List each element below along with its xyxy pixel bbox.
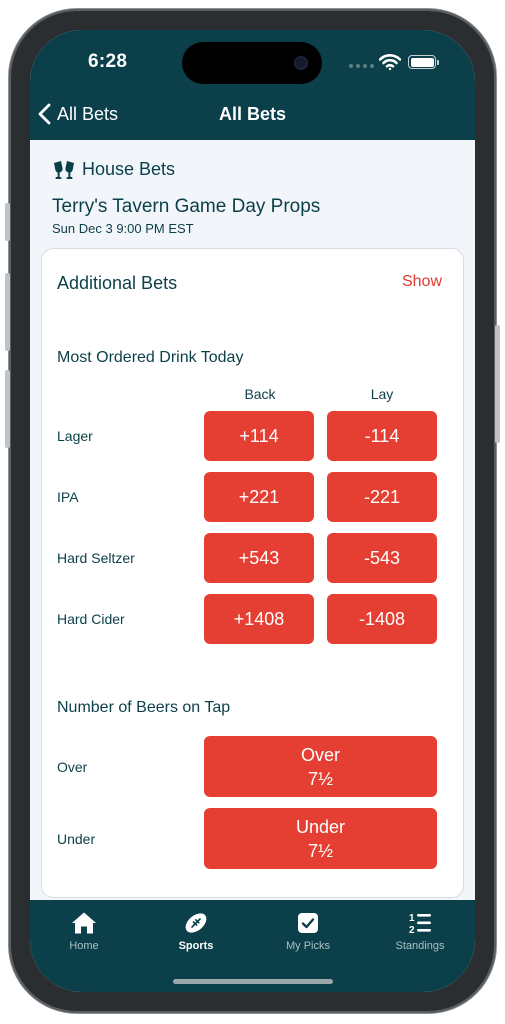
camera-icon [294,56,308,70]
top-bar: 6:28 All Bets All Bets [30,30,475,140]
cellular-signal-icon [349,64,374,68]
over-button[interactable]: Over 7½ [204,736,437,797]
back-odds-button[interactable]: +221 [204,472,314,522]
power-button [495,325,500,443]
status-time: 6:28 [88,51,128,72]
house-bets-category: House Bets [52,159,175,180]
tab-home[interactable]: Home [34,910,134,952]
category-label: House Bets [82,159,176,179]
event-title: Terry's Tavern Game Day Props [52,196,321,217]
under-button-label: Under [295,816,346,837]
option-label: IPA [57,489,79,505]
tab-bar: Home Sports My Picks 1 2 Standings [30,900,475,992]
home-icon [72,912,96,934]
back-odds-button[interactable]: +1408 [204,594,314,644]
event-date: Sun Dec 3 9:00 PM EST [52,221,194,236]
cheers-glasses-icon [54,160,74,179]
volume-up-button [5,273,10,351]
tab-my-picks[interactable]: My Picks [258,910,358,952]
football-icon [185,913,207,933]
drink-section-title: Most Ordered Drink Today [57,349,244,366]
wifi-icon [379,54,401,70]
phone-screen: 6:28 All Bets All Bets House Bets Terry'… [30,30,475,992]
beers-section-title: Number of Beers on Tap [57,699,231,716]
under-button[interactable]: Under 7½ [204,808,437,869]
dynamic-island [182,42,322,84]
tab-label: My Picks [286,940,330,952]
battery-icon [408,55,439,69]
tab-label: Standings [395,940,445,952]
additional-bets-card: Additional Bets Show Most Ordered Drink … [41,248,464,898]
back-odds-button[interactable]: +543 [204,533,314,583]
option-label: Under [57,831,96,847]
back-column-header: Back [244,386,276,402]
checkbox-icon [298,913,318,933]
lay-odds-button[interactable]: -114 [327,411,437,461]
option-label: Lager [57,428,93,444]
over-button-label: Over [300,744,340,765]
option-label: Over [57,759,88,775]
home-indicator[interactable] [173,979,333,984]
over-button-line: 7½ [307,768,334,789]
card-title: Additional Bets [57,273,178,293]
tab-label: Sports [178,940,214,952]
tab-sports[interactable]: Sports [146,910,246,952]
tab-standings[interactable]: 1 2 Standings [370,910,470,952]
under-button-line: 7½ [307,840,334,861]
ranked-list-icon: 1 2 [409,913,431,935]
svg-text:2: 2 [409,925,415,935]
option-label: Hard Seltzer [57,550,135,566]
lay-column-header: Lay [370,386,394,402]
tab-label: Home [69,940,99,952]
show-button[interactable]: Show [402,273,442,291]
page-title: All Bets [218,104,287,124]
action-button [5,203,10,241]
svg-text:1: 1 [409,913,415,924]
lay-odds-button[interactable]: -1408 [327,594,437,644]
volume-down-button [5,370,10,448]
back-odds-button[interactable]: +114 [204,411,314,461]
option-label: Hard Cider [57,611,125,627]
lay-odds-button[interactable]: -543 [327,533,437,583]
lay-odds-button[interactable]: -221 [327,472,437,522]
